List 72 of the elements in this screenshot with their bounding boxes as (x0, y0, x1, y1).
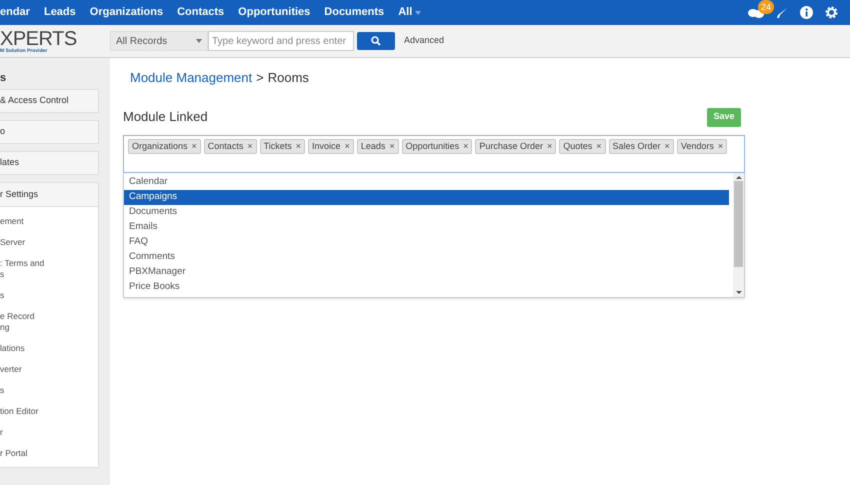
sidebar-item[interactable]: tion Editor (0, 401, 98, 422)
sidebar-item[interactable]: s (0, 285, 98, 306)
dropdown-option[interactable]: PBXManager (124, 265, 729, 280)
dropdown-option[interactable]: Price Books (124, 280, 729, 295)
tag: Purchase Order × (475, 139, 556, 154)
sidebar-item[interactable]: e Record ng (0, 306, 98, 338)
scrollbar-thumb[interactable] (734, 181, 743, 267)
sidebar-panel-header[interactable]: r Settings (0, 183, 98, 207)
sidebar-panel-header[interactable]: o (0, 120, 99, 144)
caret-icon (196, 39, 202, 43)
sidebar-item[interactable]: s (0, 380, 98, 401)
nav-link[interactable]: All (398, 4, 422, 21)
sidebar-item[interactable]: ement (0, 211, 98, 232)
tag: Vendors × (676, 139, 728, 154)
scroll-up-icon[interactable] (736, 173, 742, 181)
tag: Leads × (356, 139, 399, 154)
dropdown-option[interactable]: Comments (124, 250, 729, 265)
tag-remove-icon[interactable]: × (463, 140, 468, 154)
multi-select-field[interactable]: Organizations × Contacts × Tickets × Invoice × Leads × Opportunities × Purchase Order × Quotes × Sales Order × Vendors × (123, 135, 745, 173)
logo: XPERTS (0, 28, 78, 48)
dropdown-option[interactable]: Documents (124, 205, 729, 220)
dropdown-option[interactable]: Calendar (124, 175, 729, 190)
sidebar-item[interactable]: verter (0, 359, 98, 380)
brush-icon[interactable] (776, 6, 788, 18)
tag-remove-icon[interactable]: × (718, 140, 724, 154)
tag: Contacts × (204, 139, 257, 154)
tag-remove-icon[interactable]: × (296, 140, 302, 154)
dropdown-option[interactable]: FAQ (124, 235, 729, 250)
tag-remove-icon[interactable]: × (389, 140, 395, 154)
nav-link[interactable]: endar (0, 4, 30, 21)
dropdown-option[interactable]: Campaigns (124, 190, 729, 205)
scrollbar[interactable] (733, 173, 744, 297)
breadcrumb-link[interactable]: Module Management (130, 68, 252, 93)
sidebar-title: s (0, 71, 8, 86)
sidebar-panel-header[interactable]: & Access Control (0, 89, 99, 113)
section-title: Module Linked (123, 108, 208, 126)
sidebar-item[interactable]: lations (0, 338, 98, 359)
breadcrumb-separator: > (256, 69, 264, 87)
sidebar-item[interactable]: Server (0, 232, 98, 253)
nav-link[interactable]: Organizations (90, 4, 164, 21)
tag: Sales Order × (608, 139, 674, 154)
nav-link[interactable]: Documents (324, 4, 384, 21)
sidebar-panel-header[interactable]: lates (0, 151, 99, 175)
settings-icon[interactable] (825, 6, 838, 19)
scroll-down-icon[interactable] (736, 289, 742, 297)
tag: Tickets × (260, 139, 306, 154)
tag-remove-icon[interactable]: × (344, 140, 350, 154)
breadcrumb-current: Rooms (268, 69, 309, 87)
dropdown-option[interactable]: Emails (124, 220, 729, 235)
tag: Opportunities × (402, 139, 472, 154)
search-icon (371, 36, 381, 46)
sidebar-item[interactable]: r (0, 422, 98, 443)
sidebar-item[interactable]: : Terms and s (0, 253, 98, 285)
search-scope-select[interactable]: All Records (110, 31, 208, 51)
sidebar-item[interactable]: r Portal (0, 443, 98, 464)
advanced-search-link[interactable]: Advanced (404, 34, 444, 48)
nav-link[interactable]: Contacts (177, 4, 224, 21)
tag-remove-icon[interactable]: × (192, 140, 197, 154)
tag-remove-icon[interactable]: × (664, 140, 670, 154)
search-button[interactable] (357, 32, 395, 50)
tag-remove-icon[interactable]: × (596, 140, 602, 154)
nav-link[interactable]: Opportunities (238, 4, 310, 21)
tag: Organizations × (128, 139, 201, 154)
notification-badge: 24 (758, 0, 774, 14)
tag-remove-icon[interactable]: × (546, 140, 552, 154)
tag: Invoice × (308, 139, 354, 154)
caret-icon (415, 10, 422, 14)
info-icon[interactable] (800, 6, 813, 19)
search-field[interactable]: Type keyword and press enter (208, 31, 354, 51)
nav-link[interactable]: Leads (44, 4, 76, 21)
tag-remove-icon[interactable]: × (247, 140, 253, 154)
tag: Quotes × (559, 139, 606, 154)
